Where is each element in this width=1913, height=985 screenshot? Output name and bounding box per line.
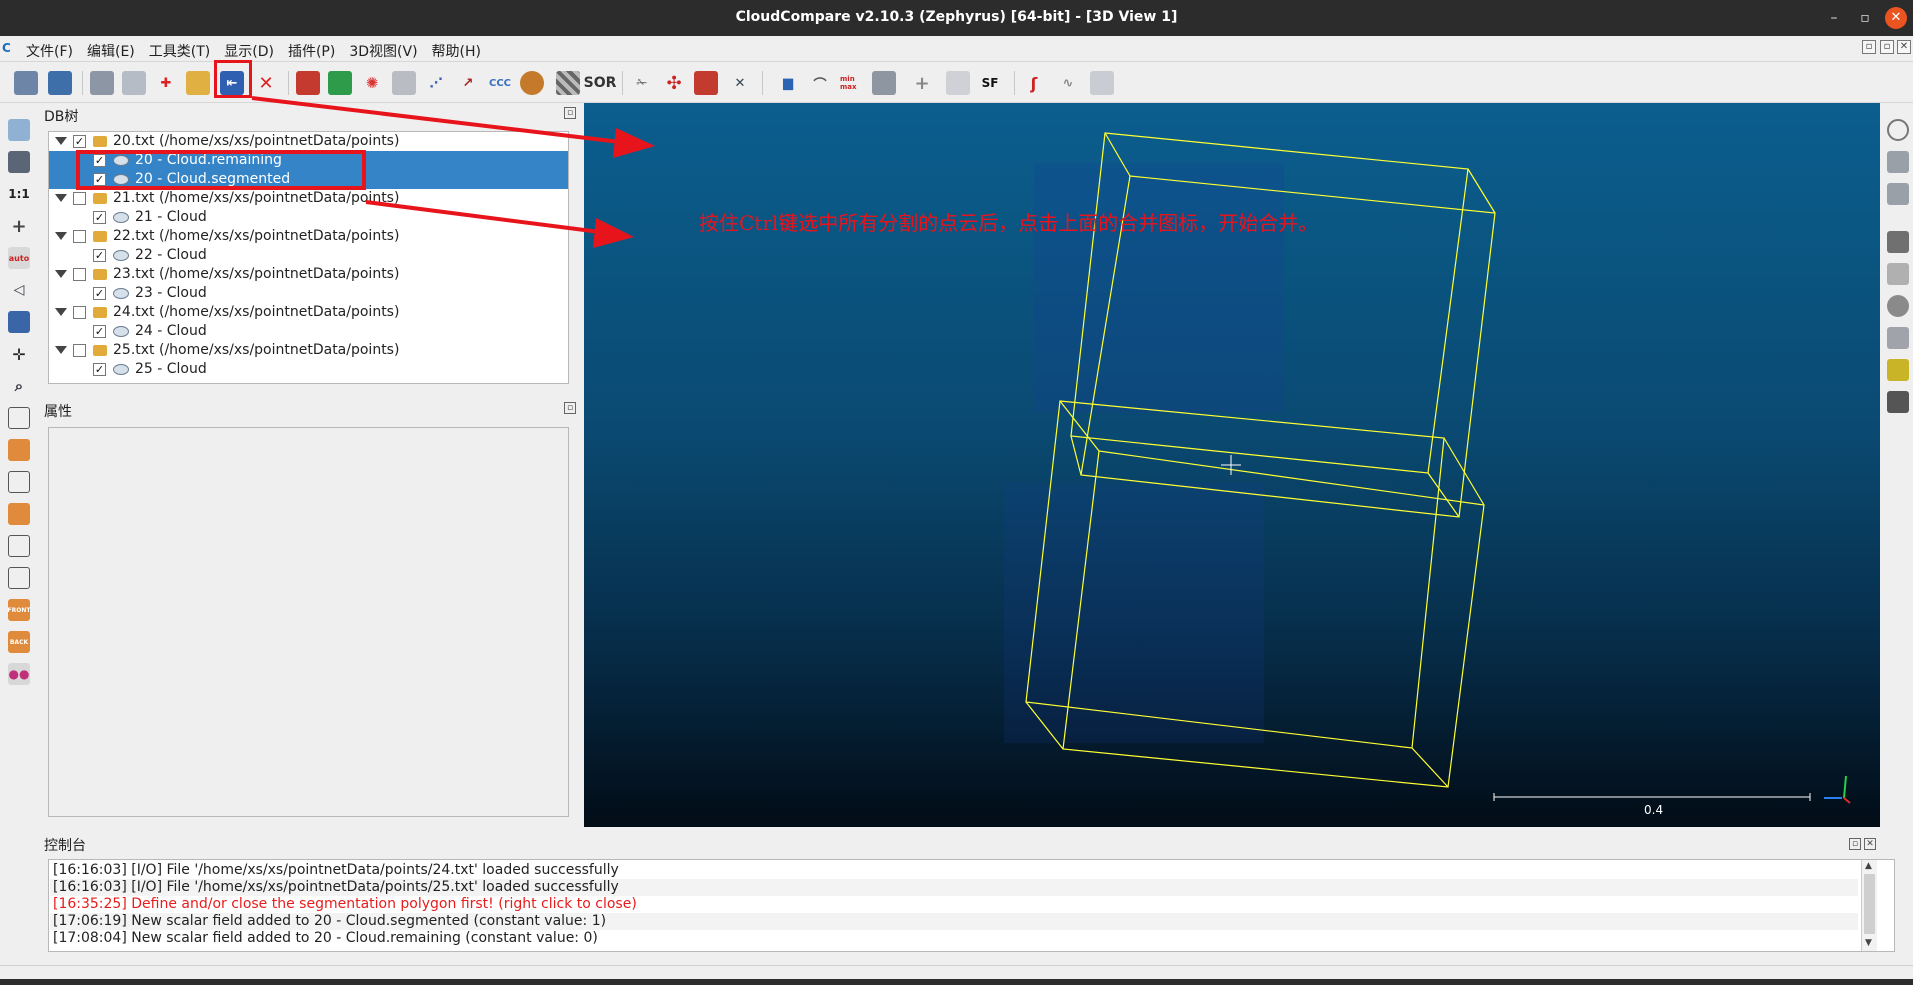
console-close-button[interactable]: ✕	[1864, 838, 1876, 850]
scrollbar-thumb[interactable]	[1864, 874, 1875, 934]
console-float-button[interactable]: ▫	[1849, 838, 1861, 850]
console-scrollbar[interactable]: ▲ ▼	[1861, 860, 1877, 951]
log-line: [17:08:04] New scalar field added to 20 …	[53, 930, 598, 946]
log-line-error: [16:35:25] Define and/or close the segme…	[53, 896, 637, 912]
console-title: 控制台	[44, 838, 86, 854]
log-line: [16:16:03] [I/O] File '/home/xs/xs/point…	[50, 879, 1858, 896]
log-line: [17:06:19] New scalar field added to 20 …	[50, 913, 1858, 930]
scroll-up-icon[interactable]: ▲	[1865, 861, 1872, 871]
window-bottom-edge	[0, 979, 1913, 985]
console-log: [16:16:03] [I/O] File '/home/xs/xs/point…	[48, 859, 1895, 952]
log-line: [16:16:03] [I/O] File '/home/xs/xs/point…	[53, 862, 619, 878]
cloudcompare-window: CloudCompare v2.10.3 (Zephyrus) [64-bit]…	[0, 0, 1913, 985]
annotation-arrows	[251, 96, 655, 248]
scroll-down-icon[interactable]: ▼	[1865, 938, 1872, 948]
